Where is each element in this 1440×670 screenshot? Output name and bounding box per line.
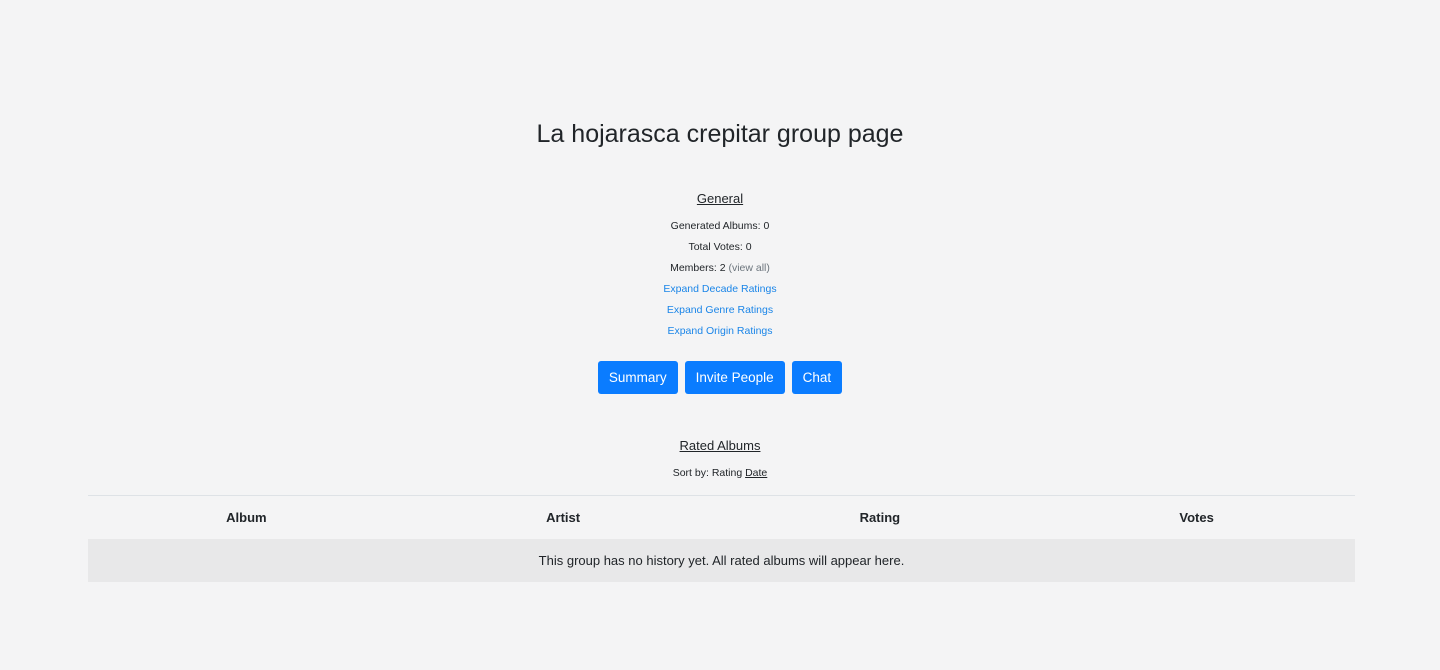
- generated-albums-label: Generated Albums:: [670, 220, 761, 232]
- page-title: La hojarasca crepitar group page: [536, 120, 904, 148]
- chat-button[interactable]: Chat: [791, 361, 843, 394]
- rated-albums-table: Album Artist Rating Votes This group has…: [88, 495, 1355, 582]
- empty-history-message: This group has no history yet. All rated…: [88, 539, 1355, 582]
- rated-albums-heading-label: Rated Albums: [679, 438, 761, 453]
- view-all-members-link[interactable]: (view all): [728, 262, 769, 274]
- total-votes-value: 0: [745, 241, 752, 253]
- expand-genre-row: Expand Genre Ratings: [0, 303, 1440, 317]
- sort-by-rating: Rating: [711, 467, 743, 479]
- column-header-album: Album: [88, 495, 405, 539]
- generated-albums-value: 0: [763, 220, 770, 232]
- rated-albums-heading: Rated Albums: [0, 437, 1440, 455]
- expand-decade-row: Expand Decade Ratings: [0, 282, 1440, 296]
- group-page: La hojarasca crepitar group page General…: [0, 0, 1440, 670]
- total-votes-stat: Total Votes: 0: [0, 240, 1440, 254]
- members-value: 2: [719, 262, 726, 274]
- expand-genre-ratings-link[interactable]: Expand Genre Ratings: [667, 304, 773, 316]
- column-header-votes: Votes: [1038, 495, 1355, 539]
- column-header-rating: Rating: [721, 495, 1039, 539]
- invite-people-button[interactable]: Invite People: [684, 361, 785, 394]
- general-section-heading: General: [0, 190, 1440, 208]
- summary-button[interactable]: Summary: [597, 361, 678, 394]
- expand-origin-ratings-link[interactable]: Expand Origin Ratings: [667, 325, 772, 337]
- total-votes-label: Total Votes:: [688, 241, 743, 253]
- sort-label: Sort by:: [672, 467, 709, 479]
- sort-by-date-link[interactable]: Date: [745, 467, 767, 479]
- members-label: Members:: [670, 262, 717, 274]
- expand-decade-ratings-link[interactable]: Expand Decade Ratings: [663, 283, 776, 295]
- rated-albums-table-container: Album Artist Rating Votes This group has…: [88, 495, 1355, 582]
- action-buttons: Summary Invite People Chat: [0, 361, 1440, 394]
- table-row: This group has no history yet. All rated…: [88, 539, 1355, 582]
- members-stat: Members: 2 (view all): [0, 261, 1440, 275]
- column-header-artist: Artist: [404, 495, 722, 539]
- table-header-row: Album Artist Rating Votes: [88, 495, 1355, 539]
- sort-controls: Sort by: Rating Date: [0, 466, 1440, 480]
- general-heading-label: General: [696, 191, 744, 206]
- generated-albums-stat: Generated Albums: 0: [0, 219, 1440, 233]
- expand-origin-row: Expand Origin Ratings: [0, 324, 1440, 338]
